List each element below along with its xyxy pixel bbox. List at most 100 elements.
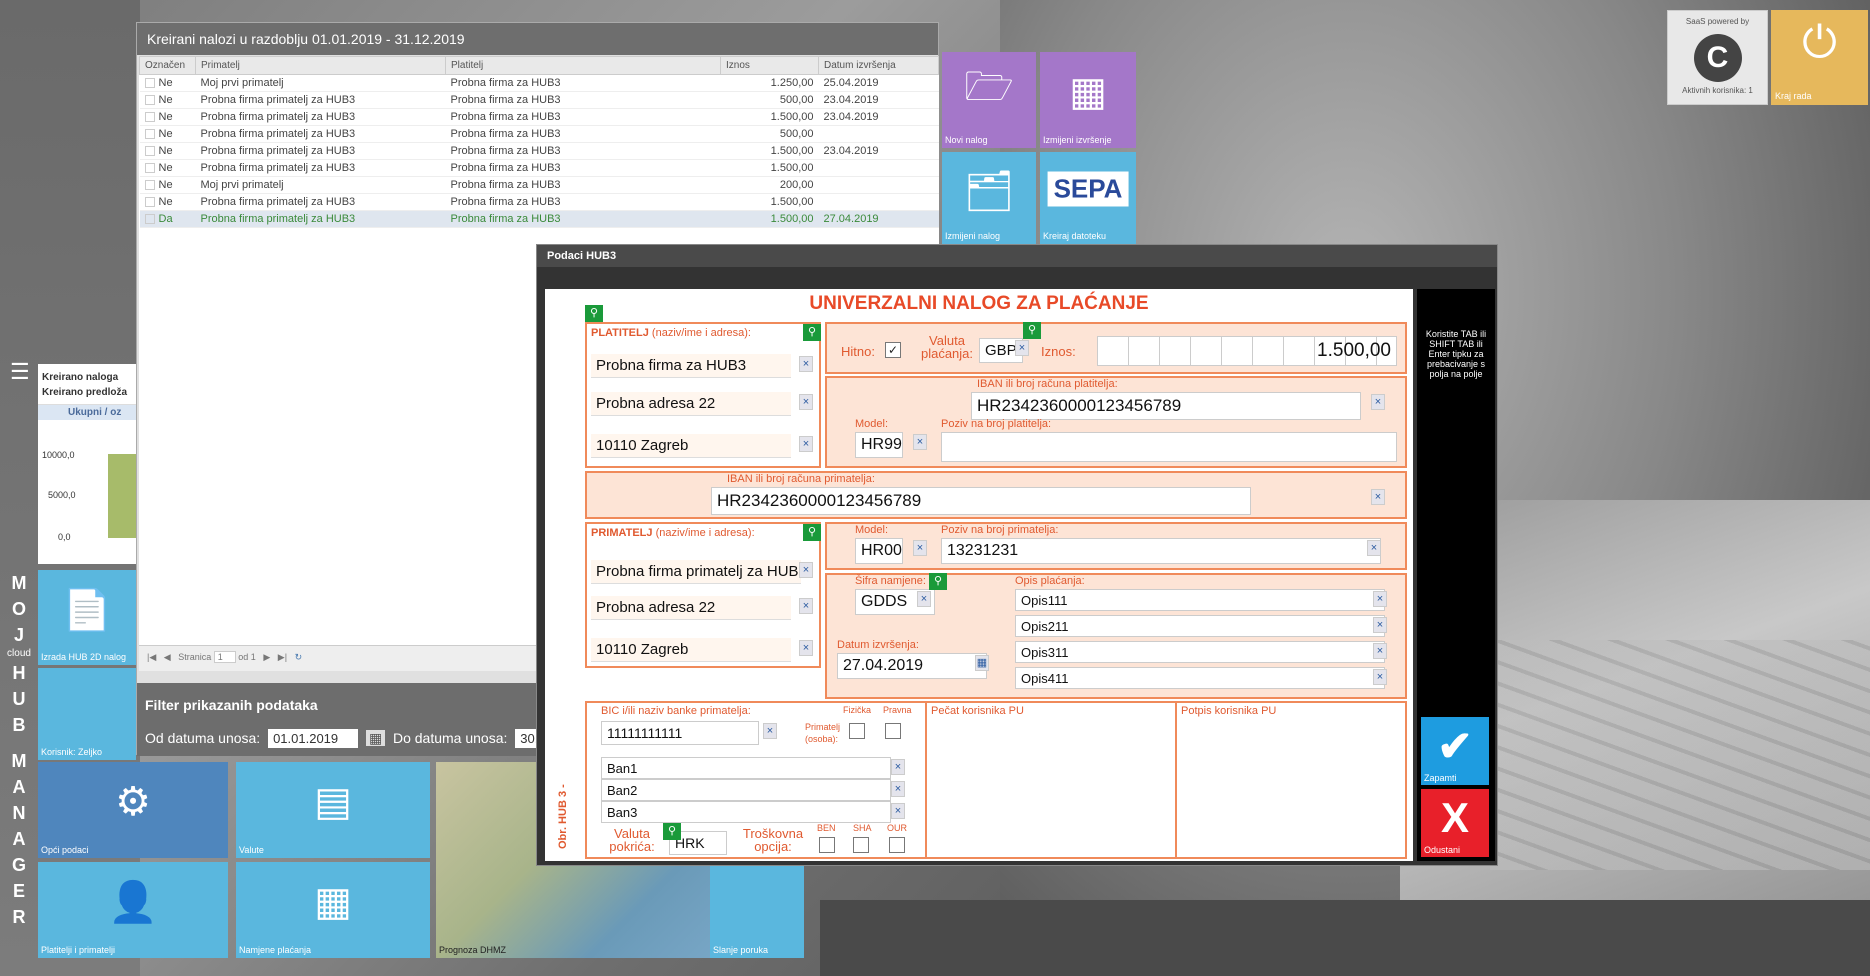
legal-person-checkbox[interactable] xyxy=(885,723,901,739)
payee-iban-field[interactable]: HR2342360000123456789 xyxy=(711,487,1251,515)
bank-line-2[interactable]: Ban2 xyxy=(601,779,891,801)
table-row[interactable]: Ne Moj prvi primatelj Probna firma za HUB3… xyxy=(139,74,939,92)
clear-icon[interactable]: × xyxy=(1371,394,1385,410)
clear-icon[interactable]: × xyxy=(1373,617,1387,633)
next-page-icon[interactable]: ▶ xyxy=(263,652,270,662)
clear-icon[interactable]: × xyxy=(1367,540,1381,556)
last-page-icon[interactable]: ▶| xyxy=(278,652,287,662)
col-header[interactable]: Označen xyxy=(139,56,196,75)
execution-date-field[interactable]: 27.04.2019 xyxy=(837,653,987,679)
payee-name-field[interactable]: Probna firma primatelj za HUB3 xyxy=(591,560,801,584)
page-input[interactable]: 1 xyxy=(213,651,236,663)
clear-icon[interactable]: × xyxy=(1371,489,1385,505)
row-checkbox[interactable] xyxy=(144,95,155,106)
save-button[interactable]: ✔ Zapamti xyxy=(1421,717,1489,785)
table-row[interactable]: Ne Probna firma primatelj za HUB3 Probna f… xyxy=(139,142,939,160)
payer-name-field[interactable]: Probna firma za HUB3 xyxy=(591,354,791,378)
table-row[interactable]: Ne Probna firma primatelj za HUB3 Probna f… xyxy=(139,159,939,177)
clear-icon[interactable]: × xyxy=(799,598,813,614)
clear-icon[interactable]: × xyxy=(891,759,905,775)
search-icon[interactable]: ⚲ xyxy=(585,305,603,322)
row-checkbox[interactable] xyxy=(144,112,155,123)
row-checkbox[interactable] xyxy=(144,214,155,225)
calendar-icon[interactable]: ▦ xyxy=(365,730,386,746)
currency-search-icon[interactable]: ⚲ xyxy=(1023,322,1041,339)
clear-icon[interactable]: × xyxy=(1373,669,1387,685)
table-row[interactable]: Ne Probna firma primatelj za HUB3 Probna f… xyxy=(139,125,939,143)
clear-icon[interactable]: × xyxy=(799,562,813,578)
clear-icon[interactable]: × xyxy=(891,781,905,797)
table-row[interactable]: Ne Probna firma primatelj za HUB3 Probna f… xyxy=(139,108,939,126)
tile-change-execution[interactable]: ▦ Izmijeni izvršenje xyxy=(1040,52,1136,148)
col-header[interactable]: Platitelj xyxy=(445,56,721,75)
tile-new-order[interactable]: 🗁 Novi nalog xyxy=(942,52,1036,148)
row-checkbox[interactable] xyxy=(144,129,155,140)
payee-search-icon[interactable]: ⚲ xyxy=(803,524,821,541)
table-row[interactable]: Ne Moj prvi primatelj Probna firma za HUB3… xyxy=(139,176,939,194)
payee-reference-field[interactable]: 13231231 xyxy=(941,538,1381,564)
purpose-search-icon[interactable]: ⚲ xyxy=(929,573,947,590)
ben-checkbox[interactable] xyxy=(819,837,835,853)
prev-page-icon[interactable]: ◀ xyxy=(164,652,171,662)
row-checkbox[interactable] xyxy=(144,180,155,191)
payee-address-field[interactable]: Probna adresa 22 xyxy=(591,596,791,620)
clear-icon[interactable]: × xyxy=(891,803,905,819)
table-row[interactable]: Da Probna firma primatelj za HUB3 Probna f… xyxy=(139,210,939,228)
tile-user[interactable]: Korisnik: Zeljko xyxy=(38,668,136,760)
logout-tile[interactable]: ⏻ Kraj rada xyxy=(1771,10,1868,105)
col-header[interactable]: Iznos xyxy=(720,56,819,75)
tile-payers[interactable]: 👤 Platitelji i primatelji xyxy=(38,862,228,958)
tile-currencies[interactable]: ▤ Valute xyxy=(236,762,430,858)
tile-hub2d[interactable]: 📄 Izrada HUB 2D nalog xyxy=(38,570,136,665)
row-checkbox[interactable] xyxy=(144,163,155,174)
payer-city-field[interactable]: 10110 Zagreb xyxy=(591,434,791,458)
description-line-4[interactable]: Opis411 xyxy=(1015,667,1385,689)
clear-icon[interactable]: × xyxy=(799,640,813,656)
tile-purposes[interactable]: ▦ Namjene plaćanja xyxy=(236,862,430,958)
cancel-button[interactable]: X Odustani xyxy=(1421,789,1489,857)
payee-city-field[interactable]: 10110 Zagreb xyxy=(591,638,791,662)
bank-line-1[interactable]: Ban1 xyxy=(601,757,891,779)
amount-field[interactable]: 1.500,00 xyxy=(1097,336,1397,366)
tile-general-data[interactable]: ⚙ Opći podaci xyxy=(38,762,228,858)
clear-icon[interactable]: × xyxy=(913,540,927,556)
clear-icon[interactable]: × xyxy=(799,436,813,452)
bic-field[interactable]: 11111111111 xyxy=(601,721,759,745)
row-checkbox[interactable] xyxy=(144,197,155,208)
tile-messages[interactable]: Slanje poruka xyxy=(710,866,804,958)
payer-address-field[interactable]: Probna adresa 22 xyxy=(591,392,791,416)
clear-icon[interactable]: × xyxy=(763,723,777,739)
clear-icon[interactable]: × xyxy=(1015,340,1029,356)
sha-checkbox[interactable] xyxy=(853,837,869,853)
row-checkbox[interactable] xyxy=(144,146,155,157)
refresh-icon[interactable]: ↻ xyxy=(295,652,303,662)
payer-search-icon[interactable]: ⚲ xyxy=(803,324,821,341)
clear-icon[interactable]: × xyxy=(917,591,931,607)
natural-person-checkbox[interactable] xyxy=(849,723,865,739)
col-header[interactable]: Datum izvršenja xyxy=(818,56,939,75)
tile-edit-order[interactable]: 🗂 Izmijeni nalog xyxy=(942,152,1036,244)
table-row[interactable]: Ne Probna firma primatelj za HUB3 Probna f… xyxy=(139,193,939,211)
clear-icon[interactable]: × xyxy=(1373,643,1387,659)
calendar-icon[interactable]: ▦ xyxy=(975,655,989,671)
first-page-icon[interactable]: |◀ xyxy=(147,652,156,662)
tile-create-file[interactable]: SEPA Kreiraj datoteku xyxy=(1040,152,1136,244)
table-row[interactable]: Ne Probna firma primatelj za HUB3 Probna f… xyxy=(139,91,939,109)
our-checkbox[interactable] xyxy=(889,837,905,853)
clear-icon[interactable]: × xyxy=(799,356,813,372)
col-header[interactable]: Primatelj xyxy=(195,56,446,75)
hamburger-menu-icon[interactable]: ☰ xyxy=(10,361,30,383)
description-line-3[interactable]: Opis311 xyxy=(1015,641,1385,663)
clear-icon[interactable]: × xyxy=(913,434,927,450)
payer-iban-field[interactable]: HR2342360000123456789 xyxy=(971,392,1361,420)
from-date-input[interactable]: 01.01.2019 xyxy=(268,729,359,748)
urgent-checkbox[interactable]: ✓ xyxy=(885,342,901,358)
bank-line-3[interactable]: Ban3 xyxy=(601,801,891,823)
clear-icon[interactable]: × xyxy=(799,394,813,410)
payer-reference-field[interactable] xyxy=(941,432,1397,462)
cover-currency-search-icon[interactable]: ⚲ xyxy=(663,823,681,840)
description-line-2[interactable]: Opis211 xyxy=(1015,615,1385,637)
clear-icon[interactable]: × xyxy=(1373,591,1387,607)
description-line-1[interactable]: Opis111 xyxy=(1015,589,1385,611)
row-checkbox[interactable] xyxy=(144,78,155,89)
